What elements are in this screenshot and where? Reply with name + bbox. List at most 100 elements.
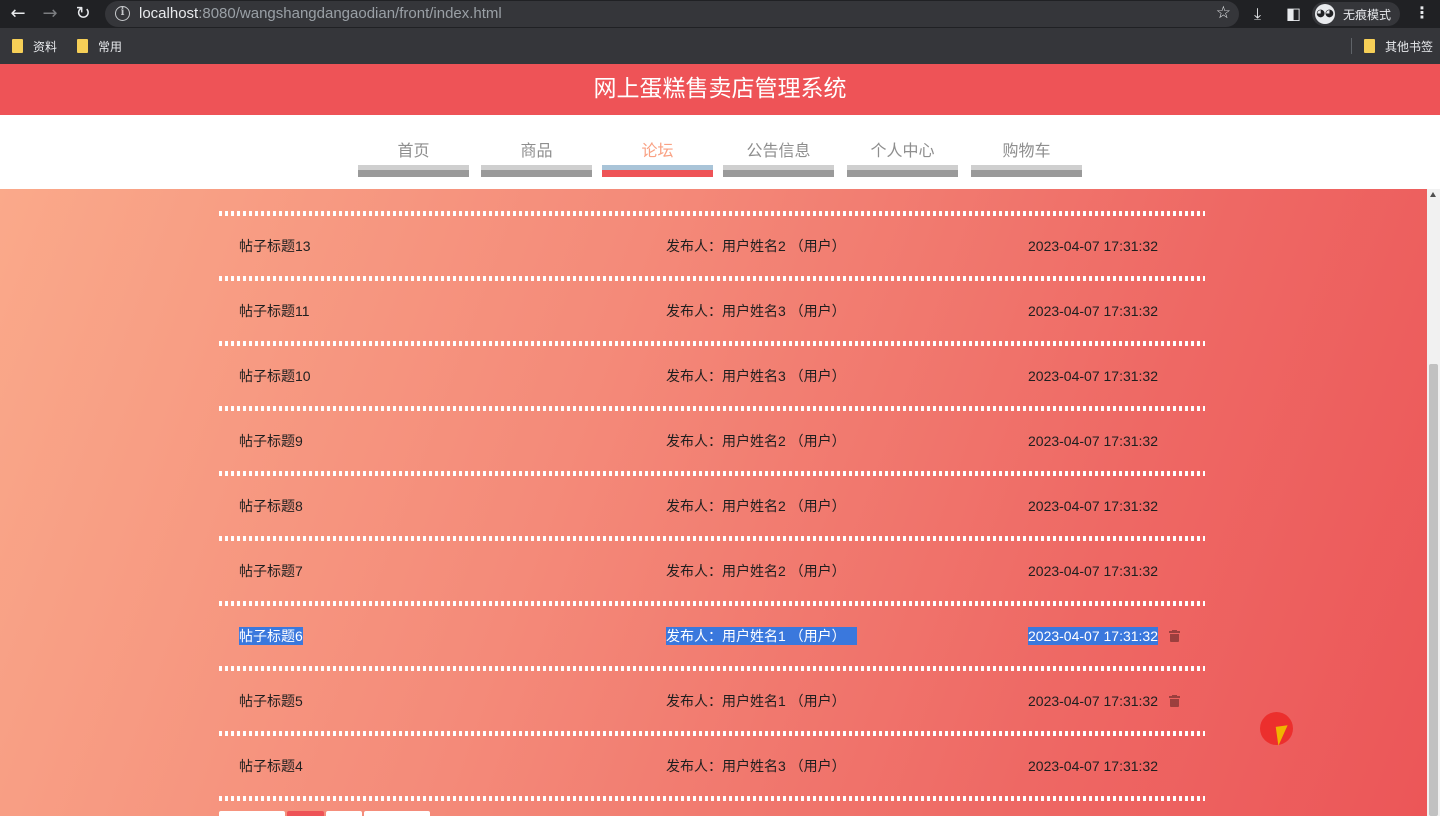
incognito-badge[interactable]: ◕◕ 无痕模式 (1312, 2, 1400, 26)
post-time: 2023-04-07 17:31:32 (1028, 758, 1158, 774)
post-title[interactable]: 帖子标题4 (239, 736, 303, 796)
post-author: 发布人：用户姓名2 （用户） (666, 563, 846, 579)
post-title[interactable]: 帖子标题10 (239, 346, 311, 406)
post-row[interactable]: 帖子标题11 发布人：用户姓名3 （用户） 2023-04-07 17:31:3… (219, 281, 1205, 341)
nav-underline-active (602, 165, 713, 177)
browser-toolbar: ← → ↻ i localhost:8080/wangshangdangaodi… (0, 0, 1440, 28)
trash-icon[interactable] (1169, 695, 1180, 707)
post-row[interactable]: 帖子标题4 发布人：用户姓名3 （用户） 2023-04-07 17:31:32 (219, 736, 1205, 796)
post-row[interactable]: 帖子标题5 发布人：用户姓名1 （用户） 2023-04-07 17:31:32 (219, 671, 1205, 731)
post-author: 发布人：用户姓名3 （用户） (666, 368, 846, 384)
other-bookmarks[interactable]: 其他书签 (1364, 38, 1433, 54)
folder-icon (77, 39, 88, 53)
site-nav: 首页 商品 论坛 公告信息 个人中心 购物车 (0, 115, 1440, 189)
post-title[interactable]: 帖子标题6 (239, 606, 303, 666)
post-title[interactable]: 帖子标题9 (239, 411, 303, 471)
post-author: 发布人：用户姓名1 （用户） (666, 693, 846, 709)
nav-forum[interactable]: 论坛 (602, 135, 713, 179)
kebab-menu-icon[interactable]: ⋮ (1414, 3, 1430, 22)
post-author: 发布人：用户姓名2 （用户） (666, 433, 846, 449)
post-row[interactable]: 帖子标题13 发布人：用户姓名2 （用户） 2023-04-07 17:31:3… (219, 216, 1205, 276)
post-time: 2023-04-07 17:31:32 (1028, 498, 1158, 514)
nav-label: 商品 (520, 141, 553, 160)
post-title[interactable]: 帖子标题11 (239, 281, 310, 341)
folder-icon (12, 39, 23, 53)
star-icon[interactable]: ☆ (1216, 3, 1231, 23)
page-scrollbar[interactable] (1427, 189, 1440, 816)
forum-content: 帖子标题13 发布人：用户姓名2 （用户） 2023-04-07 17:31:3… (0, 189, 1427, 816)
nav-underline (358, 165, 469, 177)
nav-profile[interactable]: 个人中心 (847, 135, 958, 179)
nav-underline (847, 165, 958, 177)
nav-home[interactable]: 首页 (358, 135, 469, 179)
nav-label: 个人中心 (870, 141, 935, 160)
arrow-right-icon[interactable]: → (39, 3, 61, 25)
site-title: 网上蛋糕售卖店管理系统 (593, 76, 847, 102)
selected-text: 2023-04-07 17:31:32 (1028, 627, 1158, 645)
nav-underline (971, 165, 1082, 177)
post-author: 发布人：用户姓名3 （用户） (666, 303, 846, 319)
post-title[interactable]: 帖子标题5 (239, 671, 303, 731)
pagination-next-button[interactable] (364, 811, 430, 816)
site-header: 网上蛋糕售卖店管理系统 (0, 64, 1440, 115)
incognito-label: 无痕模式 (1343, 8, 1392, 22)
pagination-current-page[interactable] (287, 811, 324, 816)
post-row[interactable]: 帖子标题10 发布人：用户姓名3 （用户） 2023-04-07 17:31:3… (219, 346, 1205, 406)
post-time: 2023-04-07 17:31:32 (1028, 238, 1158, 254)
post-author: 发布人：用户姓名3 （用户） (666, 758, 846, 774)
bookmark-folder-ziliao[interactable]: 资料 (12, 38, 57, 54)
post-time: 2023-04-07 17:31:32 (1028, 433, 1158, 449)
pagination-page-button[interactable] (326, 811, 362, 816)
bookmarks-separator (1351, 38, 1352, 54)
folder-icon (1364, 39, 1375, 53)
nav-underline (723, 165, 834, 177)
web-page: 网上蛋糕售卖店管理系统 首页 商品 论坛 公告信息 个人中心 购物车 帖子标题1… (0, 64, 1440, 816)
post-time: 2023-04-07 17:31:32 (1028, 693, 1158, 709)
post-title[interactable]: 帖子标题7 (239, 541, 303, 601)
url-path: :8080/wangshangdangaodian/front/index.ht… (198, 5, 502, 22)
post-time: 2023-04-07 17:31:32 (1028, 563, 1158, 579)
arrow-left-icon[interactable]: ← (7, 3, 29, 25)
info-icon[interactable]: i (115, 6, 130, 21)
nav-label: 论坛 (641, 141, 674, 160)
nav-underline (481, 165, 592, 177)
mouse-pointer-icon (1275, 725, 1291, 746)
address-bar[interactable]: i localhost:8080/wangshangdangaodian/fro… (105, 1, 1239, 27)
download-icon[interactable]: ⤓ (1254, 3, 1261, 25)
post-row-selected[interactable]: 帖子标题6 发布人：用户姓名1 （用户） 2023-04-07 17:31:32 (219, 606, 1205, 666)
selected-text: 发布人：用户姓名1 （用户） (666, 627, 857, 645)
url-text[interactable]: localhost:8080/wangshangdangaodian/front… (139, 5, 502, 22)
post-title[interactable]: 帖子标题13 (239, 216, 311, 276)
side-panel-icon[interactable]: ◧ (1286, 3, 1301, 25)
post-time: 2023-04-07 17:31:32 (1028, 368, 1158, 384)
post-row[interactable]: 帖子标题7 发布人：用户姓名2 （用户） 2023-04-07 17:31:32 (219, 541, 1205, 601)
bookmark-folder-changyong[interactable]: 常用 (77, 38, 122, 54)
url-host: localhost (139, 5, 199, 22)
nav-label: 首页 (397, 141, 430, 160)
nav-products[interactable]: 商品 (481, 135, 592, 179)
post-title[interactable]: 帖子标题8 (239, 476, 303, 536)
incognito-icon: ◕◕ (1315, 4, 1335, 24)
trash-icon[interactable] (1169, 630, 1180, 642)
nav-label: 购物车 (1002, 141, 1051, 160)
pagination-prev-button[interactable] (219, 811, 285, 816)
nav-cart[interactable]: 购物车 (971, 135, 1082, 179)
bookmark-label: 常用 (98, 39, 123, 54)
post-author: 发布人：用户姓名2 （用户） (666, 238, 846, 254)
post-author: 发布人：用户姓名1 （用户） (666, 606, 857, 666)
scrollbar-thumb[interactable] (1429, 364, 1438, 816)
post-row[interactable]: 帖子标题8 发布人：用户姓名2 （用户） 2023-04-07 17:31:32 (219, 476, 1205, 536)
selected-text: 帖子标题6 (239, 627, 303, 645)
nav-label: 公告信息 (746, 141, 811, 160)
other-bookmarks-label: 其他书签 (1385, 39, 1434, 54)
scroll-up-arrow-icon[interactable] (1430, 192, 1436, 197)
post-time: 2023-04-07 17:31:32 (1028, 303, 1158, 319)
nav-announcements[interactable]: 公告信息 (723, 135, 834, 179)
post-row[interactable]: 帖子标题9 发布人：用户姓名2 （用户） 2023-04-07 17:31:32 (219, 411, 1205, 471)
bookmark-label: 资料 (33, 39, 58, 54)
reload-icon[interactable]: ↻ (72, 3, 94, 25)
row-divider (219, 796, 1205, 801)
post-time: 2023-04-07 17:31:32 (1028, 606, 1158, 666)
bookmarks-bar: 资料 常用 其他书签 (0, 28, 1440, 64)
post-author: 发布人：用户姓名2 （用户） (666, 498, 846, 514)
